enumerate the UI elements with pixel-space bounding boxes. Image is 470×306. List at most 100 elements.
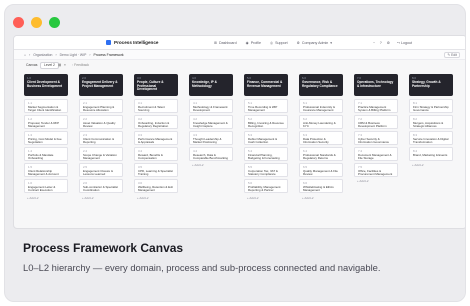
- l2-process-card[interactable]: 5.3 Debtor Management & Cash Collection: [244, 131, 288, 145]
- l2-process-card[interactable]: 5.4 Financial Planning, Budgeting & Forec…: [244, 147, 288, 161]
- nav-company-admin-label: Company Admin: [301, 40, 329, 45]
- add-l2-button[interactable]: + Add L2: [409, 163, 453, 167]
- l2-process-card[interactable]: 3.3 Performance Management & Appraisals: [134, 131, 178, 145]
- l2-process-card[interactable]: 6.5 Quality Management & File Review: [299, 163, 343, 177]
- breadcrumb-demo[interactable]: Demo Light · WIP: [60, 53, 87, 57]
- breadcrumb-sep: ›: [89, 53, 91, 57]
- logout-link[interactable]: ↪ Logout: [397, 41, 412, 45]
- breadcrumb-organization[interactable]: Organization: [33, 53, 52, 57]
- breadcrumb-sep: ›: [55, 53, 57, 57]
- edit-button[interactable]: ✎ Edit: [444, 52, 460, 58]
- l2-process-card[interactable]: 4.3 Thought Leadership & Market Positioni…: [189, 131, 233, 145]
- breadcrumb-current: Process Framework: [93, 53, 124, 57]
- l2-process-card[interactable]: 3.2 Onboarding, Induction & Regulatory Re…: [134, 115, 178, 129]
- l2-process-card[interactable]: 1.2 Proposal, Tender & RFP Management: [24, 115, 68, 129]
- maximize-dot[interactable]: [49, 17, 60, 28]
- l2-process-card[interactable]: 3.6 Wellbeing, Retention & Exit Managemen…: [134, 179, 178, 193]
- nav-dashboard[interactable]: ⊞ Dashboard: [214, 41, 237, 45]
- l1-domain-header[interactable]: 2.0 Engagement Delivery & Project Managem…: [79, 74, 123, 96]
- l1-domain-header[interactable]: 8.0 Strategy, Growth & Partnership: [409, 74, 453, 96]
- l2-process-card[interactable]: 2.2 Asset Valuation & Quality Review: [79, 115, 123, 129]
- l2-process-card[interactable]: 4.4 Research, Data & Comparable Benchmark…: [189, 147, 233, 161]
- l1-domain-header[interactable]: 3.0 People, Culture & Professional Develo…: [134, 74, 178, 96]
- l2-process-card[interactable]: 3.5 CPD, Learning & Specialist Training: [134, 163, 178, 177]
- l2-name: CRM & Business Development Platform: [358, 120, 387, 129]
- l2-process-card[interactable]: 5.5 Corporation Tax, VAT & Statutory Comp…: [244, 163, 288, 177]
- l2-process-card[interactable]: 6.4 Professional Standards & Regulatory R…: [299, 147, 343, 161]
- add-l2-button[interactable]: + Add L2: [244, 196, 288, 200]
- add-l2-button[interactable]: + Add L2: [189, 163, 233, 167]
- l2-name: Reward, Benefits & Compensation: [138, 152, 163, 161]
- l2-process-card[interactable]: 4.2 Knowledge Management & Insight Captur…: [189, 115, 233, 129]
- l1-domain-header[interactable]: 7.0 Operations, Technology & Infrastructu…: [354, 74, 398, 96]
- l2-process-card[interactable]: 3.1 Recruitment & Talent Sourcing: [134, 99, 178, 113]
- l1-name: Operations, Technology & Infrastructure: [357, 79, 394, 88]
- l2-process-card[interactable]: 5.6 Profitability, Management Reporting &…: [244, 179, 288, 193]
- caption-description: L0–L2 hierarchy — every domain, process …: [23, 262, 381, 273]
- minimize-dot[interactable]: [31, 17, 42, 28]
- l1-domain-header[interactable]: 6.0 Governance, Risk & Regulatory Complia…: [299, 74, 343, 96]
- l2-process-card[interactable]: 5.1 Time Recording & WIP Management: [244, 99, 288, 113]
- l2-process-card[interactable]: 5.2 Billing, Invoicing & Revenue Recognit…: [244, 115, 288, 129]
- l2-process-card[interactable]: 6.2 Anti-Money Laundering & KYC: [299, 115, 343, 129]
- l2-process-card[interactable]: 7.3 Cyber Security & Information Governan…: [354, 131, 398, 145]
- level-select[interactable]: Level 2: [40, 62, 59, 69]
- l2-process-card[interactable]: 4.1 Methodology & Framework Development: [189, 99, 233, 113]
- add-l2-button[interactable]: + Add L2: [299, 196, 343, 200]
- l2-process-card[interactable]: 2.6 Sub-contractor & Specialist Coordinat…: [79, 179, 123, 193]
- l2-name: Research, Data & Comparable Benchmarking: [193, 152, 229, 161]
- l2-process-card[interactable]: 1.1 Market Segmentation & Target Client I…: [24, 99, 68, 113]
- l1-domain-header[interactable]: 5.0 Finance, Commercial & Revenue Managem…: [244, 74, 288, 96]
- l2-process-card[interactable]: 8.3 Service Innovation & Digital Transfor…: [409, 131, 453, 145]
- l2-process-card[interactable]: 7.1 Practice Management System & Billing …: [354, 99, 398, 113]
- brand-name: Process Intelligence: [114, 40, 159, 45]
- nav-support[interactable]: ◎ Support: [270, 41, 288, 45]
- l2-process-card[interactable]: 6.3 Data Protection & Information Securit…: [299, 131, 343, 145]
- bell-icon[interactable]: ◔: [373, 41, 375, 45]
- l2-process-card[interactable]: 8.1 Firm Strategy & Partnership Governanc…: [409, 99, 453, 113]
- add-l2-button[interactable]: + Add L2: [354, 179, 398, 183]
- l2-process-card[interactable]: 8.2 Mergers, Acquisitions & Strategic All…: [409, 115, 453, 129]
- l2-process-card[interactable]: 7.5 Office, Facilities & Procurement Mana…: [354, 163, 398, 177]
- list-view-icon[interactable]: ≡: [64, 63, 66, 67]
- l2-process-card[interactable]: 8.4 Brand, Marketing & Events: [409, 147, 453, 161]
- l2-process-card[interactable]: 7.2 CRM & Business Development Platform: [354, 115, 398, 129]
- process-column: 5.0 Finance, Commercial & Revenue Managem…: [244, 74, 288, 200]
- l2-process-card[interactable]: 1.3 Pricing, Cost Model & Fee Negotiation: [24, 131, 68, 145]
- l2-name: Engagement Closure & Lessons Learned: [83, 168, 113, 177]
- nav-support-label: Support: [275, 40, 288, 45]
- l1-domain-header[interactable]: 1.0 Client Development & Business Develop…: [24, 74, 68, 96]
- l1-domain-header[interactable]: 4.0 Knowledge, IP & Methodology: [189, 74, 233, 96]
- l2-process-card[interactable]: 2.5 Engagement Closure & Lessons Learned: [79, 163, 123, 177]
- l2-process-card[interactable]: 6.1 Professional Indemnity & Insurance Ma…: [299, 99, 343, 113]
- settings-icon[interactable]: ⚙: [387, 41, 390, 45]
- l2-name: Time Recording & WIP Management: [248, 104, 278, 112]
- l2-process-card[interactable]: 3.4 Reward, Benefits & Compensation: [134, 147, 178, 161]
- l2-name: Market Segmentation & Target Client Iden…: [28, 104, 62, 112]
- l2-name: Firm Strategy & Partnership Governance: [413, 104, 449, 112]
- l2-name: Methodology & Framework Development: [193, 104, 228, 112]
- l2-process-card[interactable]: 6.6 Whistleblowing & Ethics Management: [299, 179, 343, 193]
- grid-view-icon[interactable]: ▦: [58, 63, 61, 67]
- l2-process-card[interactable]: 1.6 Engagement Letter & Contract Executio…: [24, 179, 68, 193]
- l2-name: Pricing, Cost Model & Fee Negotiation: [28, 136, 62, 145]
- l2-process-card[interactable]: 2.3 Client Communication & Reporting: [79, 131, 123, 145]
- help-icon[interactable]: ?: [380, 41, 382, 45]
- l2-process-card[interactable]: 2.4 Scope Change & Variation Management: [79, 147, 123, 161]
- add-l2-button[interactable]: + Add L2: [79, 196, 123, 200]
- l2-process-card[interactable]: 1.4 Portfolio & Mandate Onboarding: [24, 147, 68, 161]
- l2-name: Onboarding, Induction & Regulatory Regis…: [138, 120, 170, 129]
- brand[interactable]: Process Intelligence: [106, 40, 158, 45]
- l2-process-card[interactable]: 1.5 Client Relationship Management & Acco…: [24, 163, 68, 177]
- close-dot[interactable]: [13, 17, 24, 28]
- l2-process-card[interactable]: 7.4 Document Management & File Storage: [354, 147, 398, 161]
- home-icon[interactable]: ⌂: [24, 53, 26, 57]
- l2-process-card[interactable]: 2.1 Engagement Planning & Resource Alloca…: [79, 99, 123, 113]
- l2-name: Anti-Money Laundering & KYC: [303, 120, 336, 129]
- nav-company-admin[interactable]: ⚙ Company Admin ▾: [297, 41, 332, 45]
- add-l2-button[interactable]: + Add L2: [24, 196, 68, 200]
- feedback-link[interactable]: ◦ Feedback: [72, 63, 89, 67]
- nav-profile[interactable]: ◉ Profile: [246, 41, 261, 45]
- brand-logo-icon: [106, 40, 111, 45]
- add-l2-button[interactable]: + Add L2: [134, 196, 178, 200]
